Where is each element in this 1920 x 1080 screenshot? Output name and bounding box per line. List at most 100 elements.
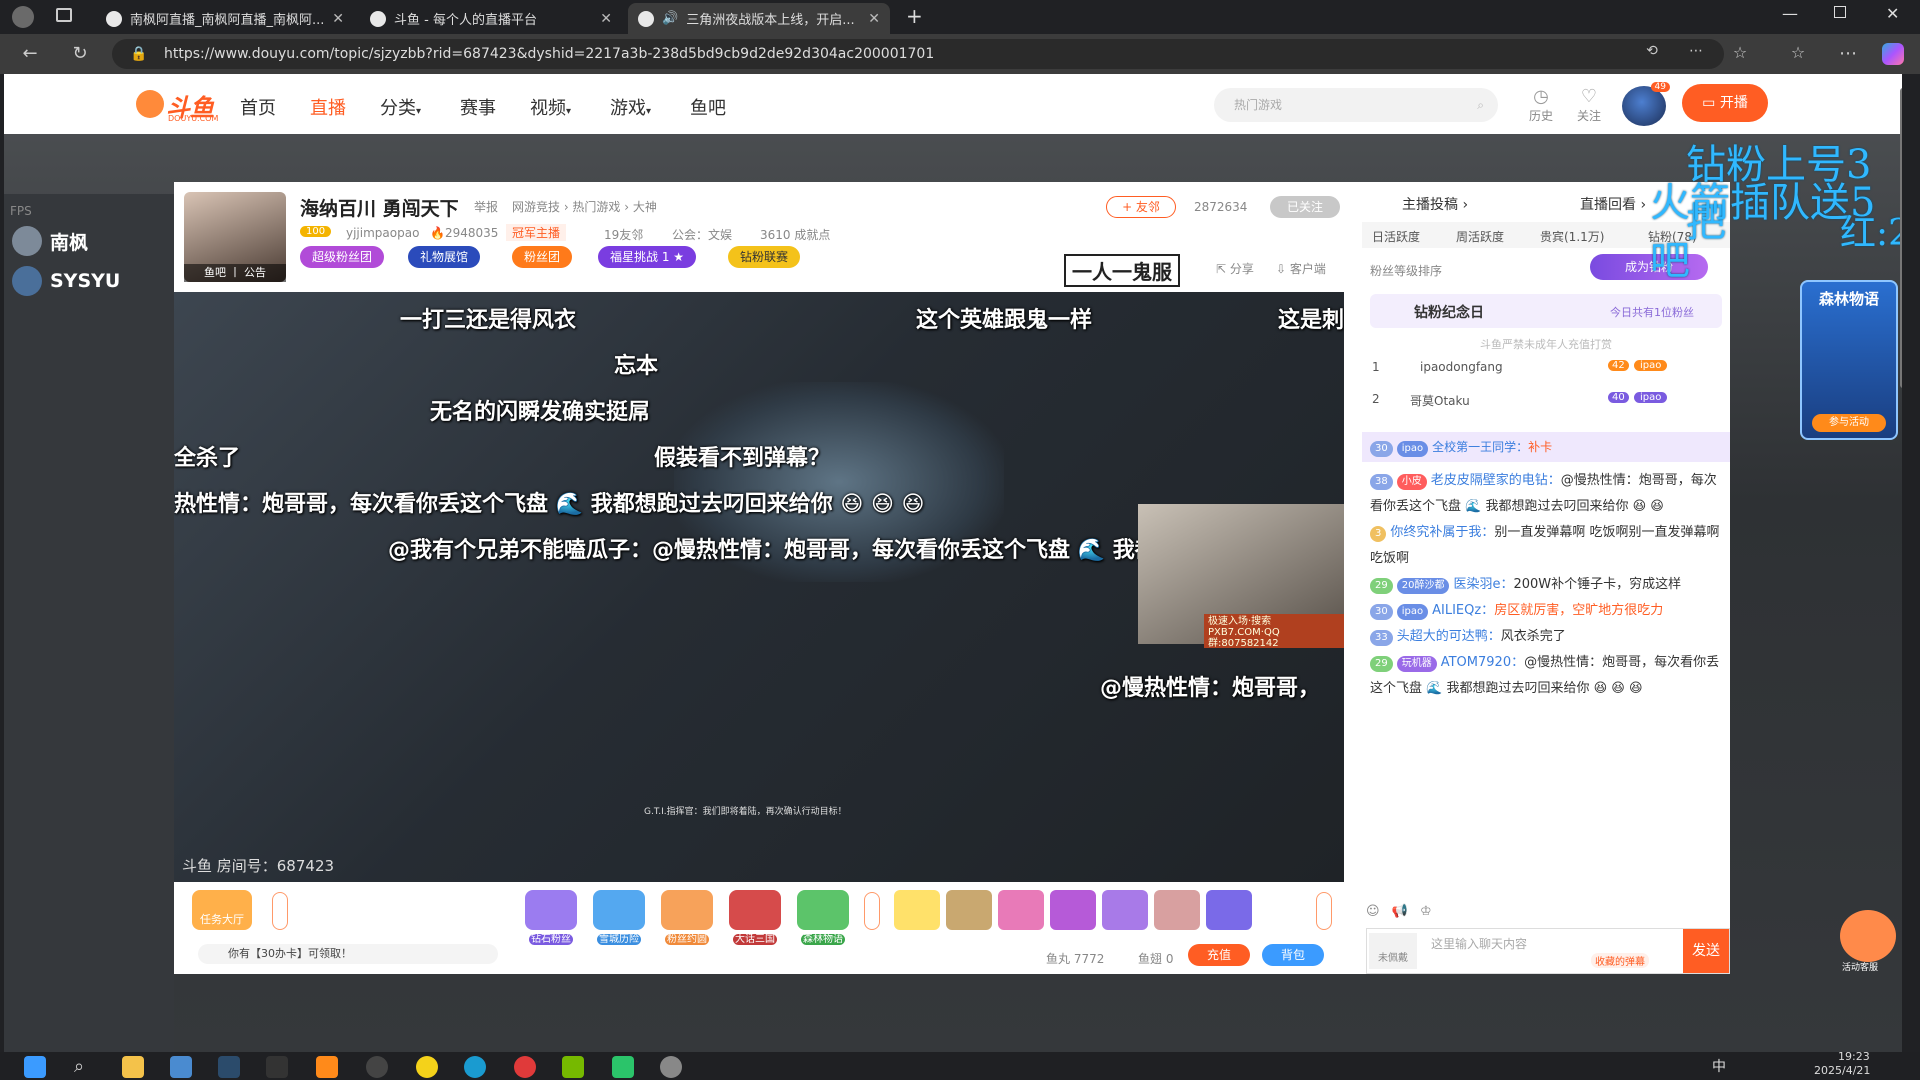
nav-category[interactable]: 分类▾ [380,94,421,120]
gift-item[interactable] [894,890,940,930]
tab-streamer-posts[interactable]: 主播投稿 › [1402,194,1468,214]
more-icon[interactable]: ⋯ [1836,43,1860,64]
rank-sort-label[interactable]: 粉丝等级排序 [1370,262,1442,279]
app-icon[interactable] [416,1056,438,1078]
gift-item[interactable] [1102,890,1148,930]
app-icon[interactable] [266,1056,288,1078]
maximize-icon[interactable] [1834,6,1846,18]
gift-item[interactable] [1154,890,1200,930]
video-player[interactable]: 一打三还是得风衣 这个英雄跟鬼一样 这是刺 忘本 无名的闪瞬发确实挺屌 全杀了 … [174,292,1344,882]
gift-diamond-fans[interactable]: 钻石粉丝 [524,890,578,945]
settings-icon[interactable] [660,1056,682,1078]
gift-hall-pill[interactable]: 礼物展馆 [408,246,481,268]
activity-banner[interactable]: 森林物语 参与活动 [1800,280,1898,440]
expand-left-icon[interactable] [272,892,288,930]
super-fans-pill[interactable]: 超级粉丝团 [300,246,385,268]
expand-right-icon[interactable] [1316,892,1332,930]
nav-video[interactable]: 视频▾ [530,94,571,120]
chat-input[interactable]: 未佩戴 这里输入聊天内容 收藏的弹幕 发送 [1366,928,1730,974]
fan-club-pill[interactable]: 粉丝团 [512,246,573,268]
lucky-challenge-pill[interactable]: 福星挑战 1 ★ [598,246,697,268]
tab-replay[interactable]: 直播回看 › [1580,194,1646,214]
read-icon[interactable]: ⋯ [1684,43,1708,59]
report-link[interactable]: 举报 [474,198,498,215]
rank-tab-vip[interactable]: 贵宾(1.1万) [1540,228,1604,245]
favorites-icon[interactable]: ☆ [1786,43,1810,62]
task-hall-button[interactable]: 任务大厅 [192,890,252,930]
followed-button[interactable]: 已关注 [1270,196,1340,218]
service-icon[interactable] [1840,910,1896,962]
streamer-avatar[interactable]: 鱼吧 丨 公告 [184,192,286,282]
windows-start-icon[interactable] [24,1056,46,1078]
anniversary-banner[interactable]: 钻粉纪念日 今日共有1位粉丝 [1370,294,1722,328]
crown-icon[interactable]: ♔ [1420,904,1432,919]
collected-danmaku[interactable]: 收藏的弹幕 [1591,953,1649,968]
search-icon[interactable]: ⌕ [1477,88,1484,122]
star-icon[interactable]: ☆ [1728,43,1752,62]
clock-date[interactable]: 2025/4/21 [1814,1064,1870,1077]
tab-3[interactable]: 🔊 三角洲夜战版本上线，开启... ✕ [628,3,890,34]
gift-item[interactable] [946,890,992,930]
sidebar-streamer-sysyu[interactable]: SYSYU [12,266,120,296]
tab-1[interactable]: 南枫阿直播_南枫阿直播_南枫阿... ✕ [96,3,354,34]
close-tab-icon[interactable]: ✕ [332,11,344,27]
speaker-icon[interactable]: 🔊 [662,11,678,26]
tab-actions-icon[interactable] [56,8,72,22]
user-avatar[interactable]: 49 [1622,82,1670,126]
edge-icon[interactable] [464,1056,486,1078]
backpack-button[interactable]: 背包 [1262,944,1324,966]
gift-item[interactable] [998,890,1044,930]
app-icon[interactable] [514,1056,536,1078]
room-category[interactable]: 网游竞技 › 热门游戏 › 大神 [512,198,657,215]
diamond-league-pill[interactable]: 钻粉联赛 [728,246,801,268]
refresh-icon[interactable]: ↻ [68,43,92,64]
obs-icon[interactable] [366,1056,388,1078]
copilot-icon[interactable] [1882,43,1904,65]
gift-item[interactable] [1050,890,1096,930]
app-icon[interactable] [612,1056,634,1078]
rank-tab-daily[interactable]: 日活跃度 [1372,228,1420,245]
url-field[interactable]: 🔒 https://www.douyu.com/topic/sjzyzbb?ri… [112,39,1724,69]
clock-time[interactable]: 19:23 [1838,1050,1870,1063]
rank-tab-weekly[interactable]: 周活跃度 [1456,228,1504,245]
back-icon[interactable]: ← [18,43,42,64]
store-icon[interactable] [170,1056,192,1078]
nav-live[interactable]: 直播 [310,94,346,120]
gift-fan-meetup[interactable]: 粉丝约圆 [660,890,714,945]
translate-icon[interactable]: ⟲ [1640,43,1664,59]
horn-icon[interactable]: 📢 [1392,904,1408,919]
tab-2[interactable]: 斗鱼 - 每个人的直播平台 ✕ [360,3,622,34]
nav-fishbar[interactable]: 鱼吧 [690,94,726,120]
start-live-button[interactable]: ▭ 开播 [1682,84,1768,122]
nav-games[interactable]: 游戏▾ [610,94,651,120]
share-button[interactable]: ⇱ 分享 [1216,260,1254,277]
gift-snow-city[interactable]: 雪城历险 [592,890,646,945]
ime-indicator[interactable]: 中 [1712,1056,1726,1076]
close-tab-icon[interactable]: ✕ [600,11,612,27]
send-button[interactable]: 发送 [1683,929,1729,973]
expand-gifts-icon[interactable] [864,892,880,930]
douyu-logo[interactable]: 斗鱼 DOUYU.COM [136,86,228,123]
new-tab-icon[interactable]: + [906,4,923,28]
leaderboard-row[interactable]: 1 ipaodongfang 42 ipao [1372,360,1720,386]
follow-nav-button[interactable]: ♡ 关注 [1572,86,1606,124]
close-tab-icon[interactable]: ✕ [868,11,880,27]
header-search-input[interactable]: 热门游戏 ⌕ [1214,88,1498,122]
profile-icon[interactable] [12,6,34,28]
unlock-badge[interactable]: 未佩戴 [1369,933,1417,969]
card-offer[interactable]: 你有【30办卡】可领取！ [198,944,498,964]
page-scrollbar[interactable] [1900,88,1902,388]
gift-item[interactable] [1206,890,1252,930]
history-button[interactable]: ◷ 历史 [1524,86,1558,124]
search-icon[interactable]: ⌕ [74,1056,96,1078]
join-activity-button[interactable]: 参与活动 [1812,414,1886,432]
nav-events[interactable]: 赛事 [460,94,496,120]
emoji-icon[interactable]: ☺ [1366,904,1380,919]
app-icon[interactable] [316,1056,338,1078]
file-explorer-icon[interactable] [122,1056,144,1078]
minimize-icon[interactable]: — [1782,4,1798,23]
leaderboard-row[interactable]: 2 哥莫Otaku 40 ipao [1372,392,1720,418]
gift-forest-story[interactable]: 森林物语 [796,890,850,945]
recharge-button[interactable]: 充值 [1188,944,1250,966]
app-icon[interactable] [218,1056,240,1078]
